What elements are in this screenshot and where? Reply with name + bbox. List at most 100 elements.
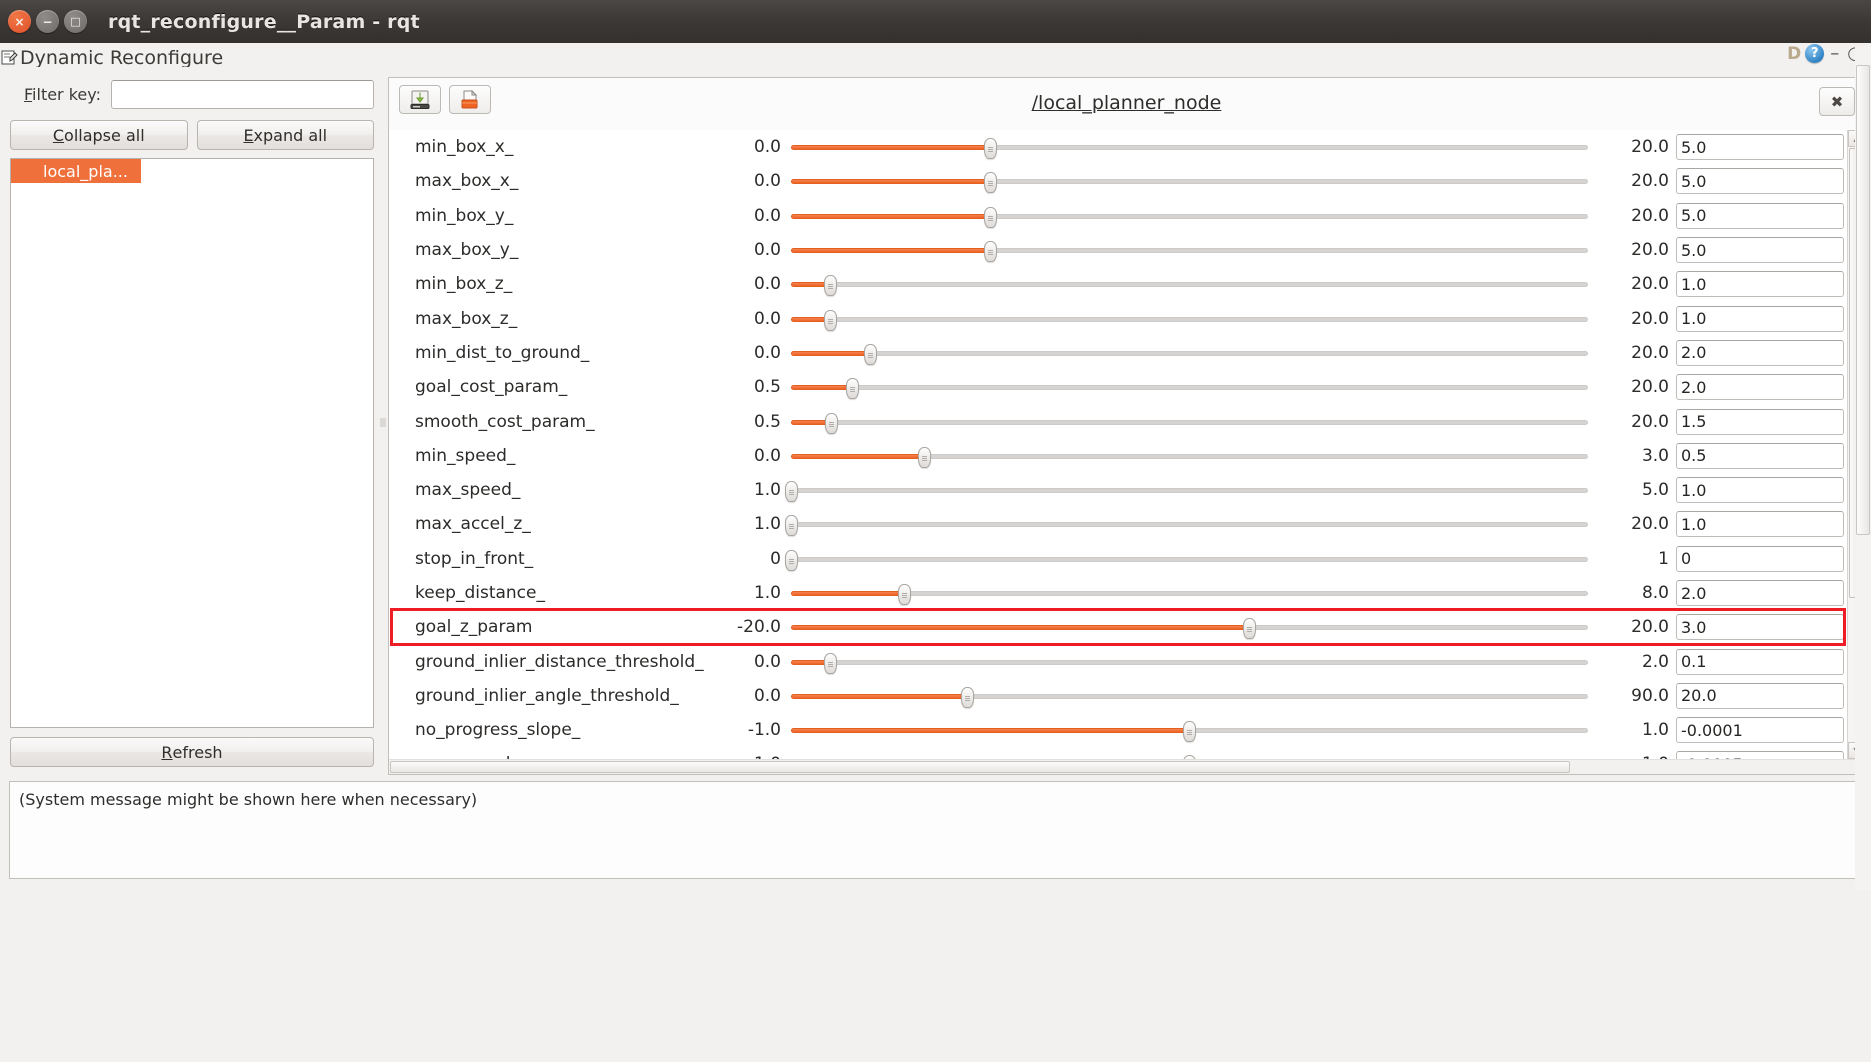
param-max-label: 8.0 xyxy=(1590,583,1676,603)
param-row: max_box_y_0.020.05.0 xyxy=(389,233,1847,267)
slider-handle[interactable] xyxy=(1183,721,1196,742)
slider-handle[interactable] xyxy=(864,344,877,365)
param-value-input[interactable]: 0 xyxy=(1676,546,1844,572)
param-slider[interactable] xyxy=(791,443,1588,469)
slider-handle[interactable] xyxy=(984,138,997,159)
slider-handle[interactable] xyxy=(785,515,798,536)
param-slider[interactable] xyxy=(791,409,1588,435)
param-min-label: 1.0 xyxy=(715,583,789,603)
node-title[interactable]: /local_planner_node xyxy=(389,92,1864,114)
slider-handle[interactable] xyxy=(824,310,837,331)
help-icon[interactable]: ? xyxy=(1805,44,1824,63)
tree-actions-row: Collapse all Expand all xyxy=(10,120,374,150)
param-value-input[interactable]: 5.0 xyxy=(1676,134,1844,160)
param-value-input[interactable]: -0.0005 xyxy=(1676,751,1844,759)
param-slider[interactable] xyxy=(791,168,1588,194)
param-name-label: goal_cost_param_ xyxy=(415,377,715,397)
refresh-mnemonic: R xyxy=(161,743,172,762)
param-value-input[interactable]: 3.0 xyxy=(1676,614,1844,640)
param-slider[interactable] xyxy=(791,271,1588,297)
slider-handle[interactable] xyxy=(961,687,974,708)
param-row: progress_slope_-1.01.0-0.0005 xyxy=(389,747,1847,759)
param-value-input[interactable]: 1.0 xyxy=(1676,306,1844,332)
slider-fill xyxy=(791,625,1249,630)
params-horizontal-scrollbar[interactable] xyxy=(389,759,1864,774)
slider-handle[interactable] xyxy=(918,447,931,468)
window-vertical-scrollbar[interactable] xyxy=(1855,47,1871,890)
node-tree[interactable]: local_pla... xyxy=(10,158,374,728)
param-value-input[interactable]: 5.0 xyxy=(1676,203,1844,229)
dock-indicator-label: D xyxy=(1787,44,1801,64)
params-scroll-area: min_box_x_0.020.05.0max_box_x_0.020.05.0… xyxy=(389,130,1864,759)
splitter-handle[interactable]: ||| xyxy=(380,71,385,775)
slider-handle[interactable] xyxy=(825,413,838,434)
collapse-all-button[interactable]: Collapse all xyxy=(10,120,188,150)
param-value-input[interactable]: -0.0001 xyxy=(1676,717,1844,743)
main-split: Filter key: Collapse all Expand all loca… xyxy=(0,71,1871,775)
param-value-input[interactable]: 1.0 xyxy=(1676,511,1844,537)
refresh-button[interactable]: Refresh xyxy=(10,737,374,767)
slider-handle[interactable] xyxy=(984,241,997,262)
param-row: min_dist_to_ground_0.020.02.0 xyxy=(389,336,1847,370)
slider-handle[interactable] xyxy=(898,584,911,605)
param-row: keep_distance_1.0 8.02.0 xyxy=(389,576,1847,610)
param-value-input[interactable]: 0.5 xyxy=(1676,443,1844,469)
param-name-label: no_progress_slope_ xyxy=(415,720,715,740)
plugin-minimize-button[interactable]: – xyxy=(1828,43,1841,64)
system-message-text: (System message might be shown here when… xyxy=(19,790,477,809)
slider-handle[interactable] xyxy=(824,275,837,296)
window-scrollbar-thumb[interactable] xyxy=(1856,65,1870,535)
param-slider[interactable] xyxy=(791,477,1588,503)
window-minimize-button[interactable]: − xyxy=(36,10,59,33)
slider-handle[interactable] xyxy=(984,207,997,228)
param-row: goal_z_param-20.020.03.0 xyxy=(389,610,1847,644)
param-min-label: 0 xyxy=(715,549,789,569)
param-min-label: 0.0 xyxy=(715,309,789,329)
slider-handle[interactable] xyxy=(785,550,798,571)
param-slider[interactable] xyxy=(791,751,1588,759)
slider-handle[interactable] xyxy=(824,653,837,674)
filter-key-input[interactable] xyxy=(111,80,374,109)
slider-handle[interactable] xyxy=(785,481,798,502)
window-close-button[interactable]: × xyxy=(8,10,31,33)
param-value-input[interactable]: 20.0 xyxy=(1676,683,1844,709)
param-value-input[interactable]: 2.0 xyxy=(1676,374,1844,400)
slider-fill xyxy=(791,728,1190,733)
param-value-input[interactable]: 1.0 xyxy=(1676,271,1844,297)
param-slider[interactable] xyxy=(791,649,1588,675)
param-slider[interactable] xyxy=(791,683,1588,709)
slider-handle[interactable] xyxy=(1243,618,1256,639)
param-max-label: 20.0 xyxy=(1590,343,1676,363)
param-value-input[interactable]: 2.0 xyxy=(1676,340,1844,366)
param-slider[interactable] xyxy=(791,340,1588,366)
param-slider[interactable] xyxy=(791,374,1588,400)
slider-handle[interactable] xyxy=(846,378,859,399)
param-value-input[interactable]: 1.5 xyxy=(1676,409,1844,435)
param-slider[interactable] xyxy=(791,580,1588,606)
param-value-input[interactable]: 5.0 xyxy=(1676,237,1844,263)
param-slider[interactable] xyxy=(791,614,1588,640)
param-value-input[interactable]: 5.0 xyxy=(1676,168,1844,194)
param-value-input[interactable]: 0.1 xyxy=(1676,649,1844,675)
param-slider[interactable] xyxy=(791,203,1588,229)
sidebar-item-local-planner[interactable]: local_pla... xyxy=(11,159,141,183)
window-maximize-button[interactable]: □ xyxy=(64,10,87,33)
slider-handle[interactable] xyxy=(984,172,997,193)
param-name-label: keep_distance_ xyxy=(415,583,715,603)
hscrollbar-thumb[interactable] xyxy=(390,761,1570,773)
param-slider[interactable] xyxy=(791,546,1588,572)
param-name-label: min_box_z_ xyxy=(415,274,715,294)
param-row: min_speed_0.03.00.5 xyxy=(389,439,1847,473)
param-slider[interactable] xyxy=(791,717,1588,743)
param-slider[interactable] xyxy=(791,237,1588,263)
param-slider[interactable] xyxy=(791,511,1588,537)
param-row: max_box_x_0.020.05.0 xyxy=(389,164,1847,198)
param-slider[interactable] xyxy=(791,134,1588,160)
param-value-input[interactable]: 1.0 xyxy=(1676,477,1844,503)
param-max-label: 5.0 xyxy=(1590,480,1676,500)
param-slider[interactable] xyxy=(791,306,1588,332)
param-value-input[interactable]: 2.0 xyxy=(1676,580,1844,606)
panel-close-button[interactable]: ✖ xyxy=(1819,87,1855,116)
expand-all-button[interactable]: Expand all xyxy=(197,120,375,150)
slider-fill xyxy=(791,694,968,699)
